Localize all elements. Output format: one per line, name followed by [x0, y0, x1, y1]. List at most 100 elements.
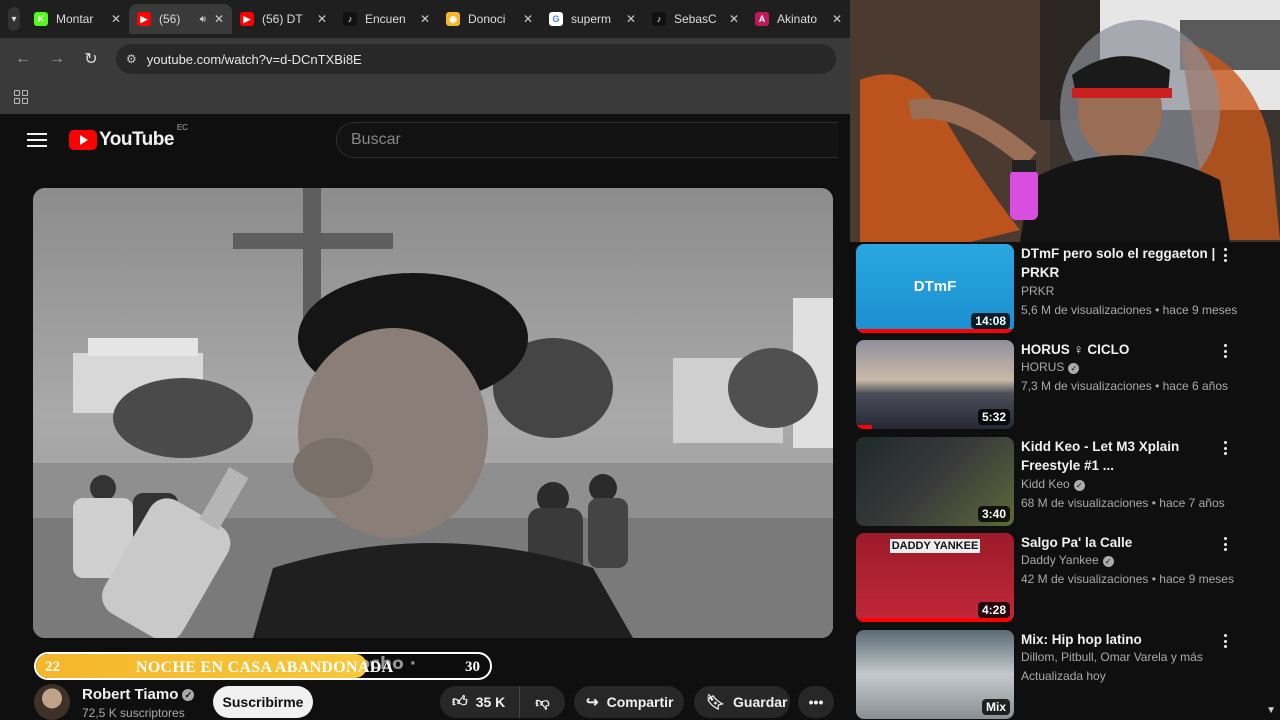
- video-thumbnail[interactable]: 3:40: [856, 437, 1014, 526]
- recommendation-meta: 5,6 M de visualizaciones • hace 9 meses: [1021, 303, 1238, 317]
- tab-close-icon[interactable]: ✕: [111, 12, 121, 26]
- browser-tab[interactable]: K Montar ✕: [26, 4, 129, 34]
- tab-close-icon[interactable]: ✕: [420, 12, 430, 26]
- tab-favicon-icon: A: [755, 12, 769, 26]
- thumbs-down-icon: 👎︎: [535, 693, 550, 710]
- video-thumbnail[interactable]: 5:32: [856, 340, 1014, 429]
- more-vertical-icon[interactable]: [1218, 439, 1232, 457]
- more-actions-button[interactable]: •••: [798, 686, 834, 718]
- video-player[interactable]: [33, 188, 833, 638]
- share-icon: ↪: [586, 694, 599, 711]
- goal-start-number: 22: [45, 659, 60, 675]
- scroll-down-arrow[interactable]: ▼: [1266, 705, 1276, 716]
- tab-search-button[interactable]: ▾: [8, 7, 20, 31]
- tab-favicon-icon: ▶: [240, 12, 254, 26]
- tab-close-icon[interactable]: ✕: [317, 12, 327, 26]
- recommendation-title[interactable]: Salgo Pa' la Calle: [1021, 533, 1221, 552]
- country-code: EC: [176, 123, 188, 132]
- verified-icon: ✓: [182, 689, 195, 701]
- forward-button[interactable]: →: [40, 50, 74, 68]
- bookmark-icon: 🔖︎: [706, 694, 726, 711]
- tab-favicon-icon: ◉: [446, 12, 460, 26]
- tab-title: SebasC: [674, 12, 717, 26]
- more-vertical-icon[interactable]: [1218, 246, 1232, 264]
- dislike-button[interactable]: 👎︎: [520, 694, 565, 711]
- search-input[interactable]: Buscar: [336, 122, 838, 158]
- channel-avatar[interactable]: [34, 684, 70, 720]
- recommendation-title[interactable]: Mix: Hip hop latino: [1021, 630, 1221, 649]
- browser-tab[interactable]: A Akinato ✕: [747, 4, 850, 34]
- recommendation-title[interactable]: Kidd Keo - Let M3 Xplain Freestyle #1 ..…: [1021, 437, 1221, 475]
- video-duration: 5:32: [977, 409, 1010, 425]
- goal-title: NOCHE EN CASA ABANDONADA: [136, 659, 394, 676]
- more-vertical-icon[interactable]: [1218, 632, 1232, 650]
- recommendation-title[interactable]: DTmF pero solo el reggaeton | PRKR: [1021, 244, 1221, 282]
- more-vertical-icon[interactable]: [1218, 535, 1232, 553]
- youtube-logo[interactable]: YouTube EC: [69, 123, 188, 151]
- goal-end-number: 30: [465, 659, 480, 675]
- tab-close-icon[interactable]: ✕: [214, 12, 224, 26]
- tab-strip: K Montar ✕ ▶ (56) 🔊︎ ✕ ▶ (56) DT ✕ ♪ Encuen ✕ ◉ Donoci…: [26, 4, 850, 34]
- tab-close-icon[interactable]: ✕: [832, 12, 842, 26]
- recommendation-item[interactable]: 3:40 Kidd Keo - Let M3 Xplain Freestyle #…: [856, 435, 1274, 527]
- more-horizontal-icon: •••: [808, 694, 824, 710]
- video-frame: [33, 188, 833, 638]
- more-vertical-icon[interactable]: [1218, 342, 1232, 360]
- recommendation-channel-name: Daddy Yankee: [1021, 553, 1099, 567]
- tab-close-icon[interactable]: ✕: [523, 12, 533, 26]
- video-thumbnail[interactable]: Mix: [856, 630, 1014, 719]
- recommendation-meta: Actualizada hoy: [1021, 669, 1106, 683]
- recommendation-channel[interactable]: Kidd Keo ✓: [1021, 477, 1085, 491]
- tab-title: Encuen: [365, 12, 406, 26]
- apps-grid-icon[interactable]: [14, 90, 28, 104]
- channel-row: Robert Tiamo ✓ 72,5 K suscriptores Suscri…: [34, 684, 834, 720]
- tab-favicon-icon: ♪: [652, 12, 666, 26]
- recommendation-channel[interactable]: Dillom, Pitbull, Omar Varela y más: [1021, 650, 1203, 664]
- reload-button[interactable]: ↻: [74, 49, 108, 69]
- tab-favicon-icon: G: [549, 12, 563, 26]
- recommendation-meta: 42 M de visualizaciones • hace 9 meses: [1021, 572, 1234, 586]
- video-thumbnail[interactable]: DTmF 14:08: [856, 244, 1014, 333]
- subscribe-button[interactable]: Suscribirme: [213, 686, 313, 718]
- like-button[interactable]: 👍︎ 35 K: [440, 686, 520, 718]
- recommendation-item[interactable]: 5:32 HORUS ♀ CICLO HORUS ✓ 7,3 M de visualiz…: [856, 338, 1274, 430]
- address-bar[interactable]: ⚙ youtube.com/watch?v=d-DCnTXBi8E: [116, 44, 836, 74]
- channel-name: Robert Tiamo: [82, 686, 179, 703]
- browser-tab[interactable]: ♪ SebasC ✕: [644, 4, 747, 34]
- browser-toolbar: ← → ↻ ⚙ youtube.com/watch?v=d-DCnTXBi8E: [0, 38, 850, 80]
- browser-tab[interactable]: ▶ (56) DT ✕: [232, 4, 335, 34]
- recommendation-channel[interactable]: Daddy Yankee ✓: [1021, 553, 1114, 567]
- share-button[interactable]: ↪ Compartir: [574, 686, 684, 718]
- tab-audio-icon[interactable]: 🔊︎: [200, 14, 206, 25]
- tab-close-icon[interactable]: ✕: [626, 12, 636, 26]
- tab-close-icon[interactable]: ✕: [729, 12, 739, 26]
- video-thumbnail[interactable]: DADDY YANKEE 4:28: [856, 533, 1014, 622]
- browser-tab[interactable]: Gsuperm ✕: [541, 4, 644, 34]
- watch-progress-bar: [856, 618, 1014, 622]
- recommendation-meta: 7,3 M de visualizaciones • hace 6 años: [1021, 379, 1228, 393]
- webcam-image: [850, 0, 1280, 242]
- recommendation-item[interactable]: Mix Mix: Hip hop latino Dillom, Pitbull, O…: [856, 628, 1274, 720]
- bookmarks-bar: [0, 80, 850, 114]
- channel-name-wrap[interactable]: Robert Tiamo ✓: [82, 686, 195, 703]
- browser-tab[interactable]: ◉ Donoci ✕: [438, 4, 541, 34]
- save-button[interactable]: 🔖︎ Guardar: [694, 686, 790, 718]
- site-info-icon[interactable]: ⚙: [126, 52, 137, 66]
- recommendation-channel[interactable]: HORUS ✓: [1021, 360, 1080, 374]
- recommendation-item[interactable]: DADDY YANKEE 4:28 Salgo Pa' la Calle Daddy …: [856, 531, 1274, 623]
- recommendation-title[interactable]: HORUS ♀ CICLO: [1021, 340, 1221, 359]
- verified-icon: ✓: [1073, 480, 1085, 491]
- browser-tab[interactable]: ♪ Encuen ✕: [335, 4, 438, 34]
- recommendation-channel-name: PRKR: [1021, 284, 1055, 298]
- tab-title: (56) DT: [262, 12, 303, 26]
- tab-title: Montar: [56, 12, 94, 26]
- video-duration: 3:40: [977, 506, 1010, 522]
- browser-tab[interactable]: ▶ (56) 🔊︎ ✕: [129, 4, 232, 34]
- recommendation-item[interactable]: DTmF 14:08 DTmF pero solo el reggaeton | P…: [856, 242, 1274, 334]
- video-title-area: Hocho · 22 NOCHE EN CASA ABANDONADA 30: [34, 652, 494, 682]
- like-dislike-group: 👍︎ 35 K 👎︎: [440, 686, 565, 718]
- back-button[interactable]: ←: [6, 50, 40, 68]
- menu-icon[interactable]: [27, 133, 47, 147]
- recommendation-channel[interactable]: PRKR: [1021, 284, 1054, 298]
- thumbnail-text: DTmF: [913, 278, 957, 295]
